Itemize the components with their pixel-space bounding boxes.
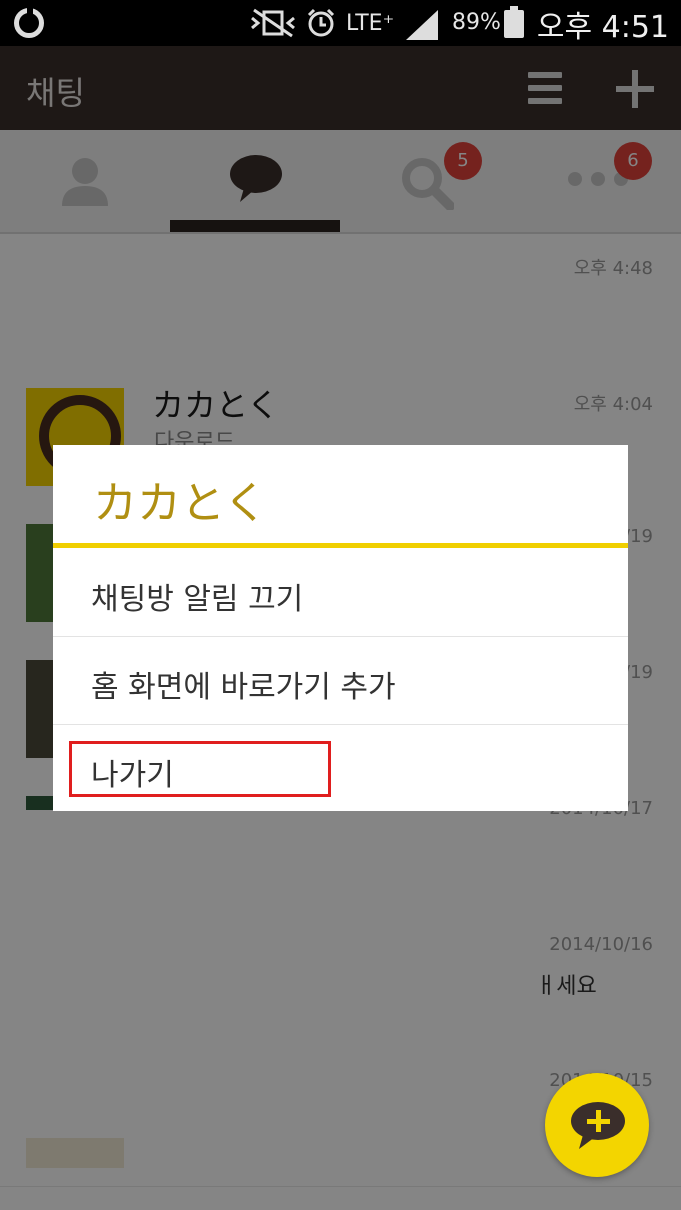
alarm-icon <box>307 8 335 37</box>
battery-percent: 89% <box>452 10 501 35</box>
lte-indicator: LTE⁺ <box>346 10 395 36</box>
option-label: 채팅방 알림 끄기 <box>91 582 304 617</box>
battery-icon <box>504 6 524 38</box>
vibrate-mute-icon <box>251 8 295 38</box>
highlight-box <box>69 741 331 797</box>
status-icons: LTE⁺ <box>250 6 394 40</box>
new-chat-fab[interactable] <box>545 1073 649 1177</box>
clock: 오후 4:51 <box>536 10 669 45</box>
signal-strength-icon <box>406 10 438 40</box>
mute-notifications-option[interactable]: 채팅방 알림 끄기 <box>53 548 628 637</box>
status-bar: LTE⁺ 89% 오후 4:51 <box>0 0 681 46</box>
chat-plus-icon <box>571 1102 625 1149</box>
dialog-title: カカとく <box>93 478 268 529</box>
add-shortcut-option[interactable]: 홈 화면에 바로가기 추가 <box>53 636 628 725</box>
carrier-logo-icon <box>14 7 44 38</box>
chat-options-dialog: カカとく 채팅방 알림 끄기 홈 화면에 바로가기 추가 나가기 <box>53 445 628 811</box>
option-label: 홈 화면에 바로가기 추가 <box>91 670 396 705</box>
